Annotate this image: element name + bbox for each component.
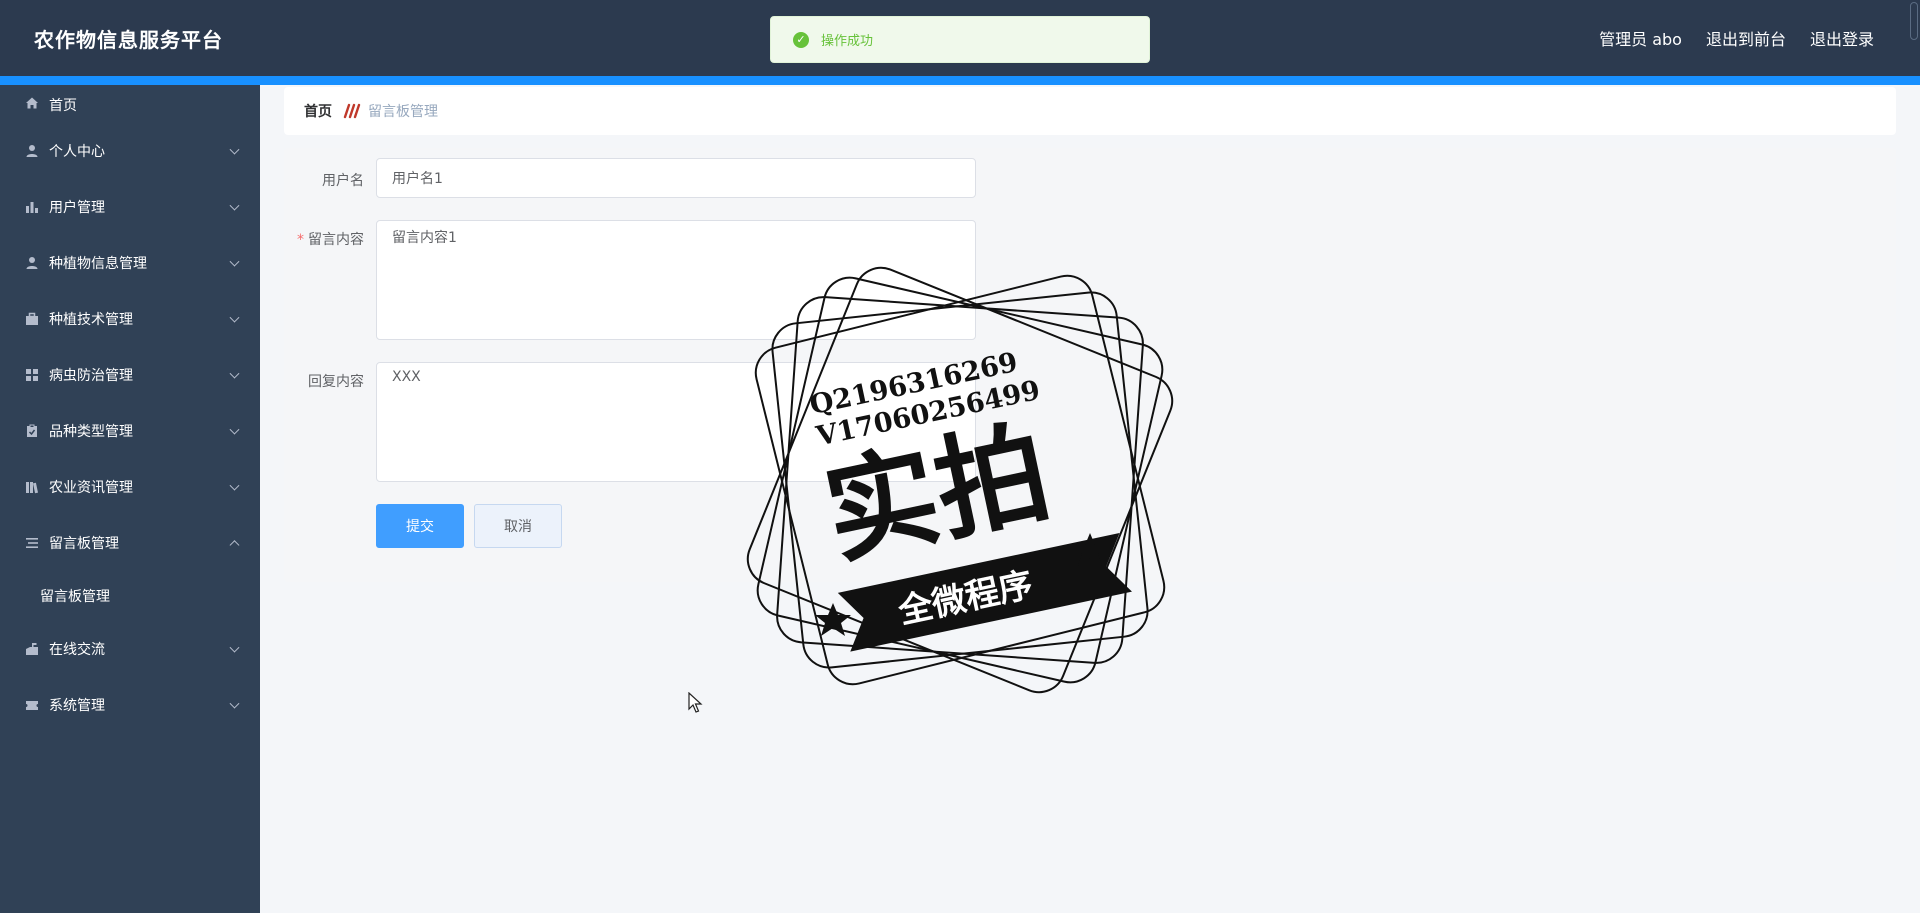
chevron-up-icon — [229, 540, 240, 551]
cancel-button[interactable]: 取消 — [474, 504, 562, 548]
sidebar-item-agri-news[interactable]: 农业资讯管理 — [0, 459, 260, 515]
required-asterisk: * — [297, 232, 304, 248]
sidebar-item-plant-info[interactable]: 种植物信息管理 — [0, 235, 260, 291]
ticket-icon — [24, 697, 40, 713]
toast-message: 操作成功 — [821, 34, 874, 49]
breadcrumb-home[interactable]: 首页 — [304, 101, 332, 121]
username-label: 用户名 — [322, 173, 364, 189]
content-label: * 留言内容 — [297, 229, 364, 249]
success-toast: ✓ 操作成功 — [770, 16, 1150, 63]
chevron-down-icon — [229, 144, 240, 155]
sidebar-item-label: 在线交流 — [49, 642, 105, 658]
sidebar-item-label: 用户管理 — [49, 200, 105, 216]
chevron-down-icon — [229, 200, 240, 211]
content-label-text: 留言内容 — [308, 232, 364, 248]
list-icon — [24, 535, 40, 551]
chevron-down-icon — [229, 424, 240, 435]
breadcrumb-current: 留言板管理 — [368, 104, 438, 120]
chevron-down-icon — [229, 698, 240, 709]
sidebar-item-label: 种植技术管理 — [49, 312, 133, 328]
sidebar-item-home[interactable]: 首页 — [0, 85, 260, 123]
star-icon — [815, 603, 851, 636]
clipboard-icon — [24, 423, 40, 439]
header-accent-bar — [0, 76, 1920, 85]
username-input[interactable] — [376, 158, 976, 198]
library-icon — [24, 479, 40, 495]
breadcrumb: 首页 留言板管理 — [284, 87, 1896, 135]
sidebar-item-label: 种植物信息管理 — [49, 256, 147, 272]
logout-link[interactable]: 退出登录 — [1810, 26, 1874, 50]
sidebar-item-variety-type[interactable]: 品种类型管理 — [0, 403, 260, 459]
bar-chart-icon — [24, 199, 40, 215]
chevron-down-icon — [229, 256, 240, 267]
sidebar-item-message-board[interactable]: 留言板管理 — [0, 515, 260, 571]
reply-label: 回复内容 — [308, 374, 364, 390]
mailbox-icon — [24, 641, 40, 657]
person-icon — [24, 143, 40, 159]
submit-button[interactable]: 提交 — [376, 504, 464, 548]
content-textarea[interactable]: 留言内容1 — [376, 220, 976, 340]
chevron-down-icon — [229, 368, 240, 379]
exit-to-front-link[interactable]: 退出到前台 — [1706, 26, 1786, 50]
sidebar-item-label: 品种类型管理 — [49, 424, 133, 440]
header-actions: 管理员 abo 退出到前台 退出登录 — [1599, 26, 1874, 50]
check-circle-icon: ✓ — [793, 31, 809, 48]
message-form: 用户名 *留言内容 留言内容1 回复内容 XXX 提交 取消 — [284, 148, 1896, 582]
person-icon — [24, 255, 40, 271]
sidebar-item-user-management[interactable]: 用户管理 — [0, 179, 260, 235]
sidebar-item-label: 留言板管理 — [49, 536, 119, 552]
chevron-down-icon — [229, 642, 240, 653]
sidebar-menu: 首页 个人中心 用户管理 种植物信息管理 种植技术管理 病虫防治管理 品种类型管… — [0, 85, 260, 913]
breadcrumb-separator-icon — [343, 103, 361, 119]
reply-textarea[interactable]: XXX — [376, 362, 976, 482]
mouse-cursor-icon — [688, 692, 703, 713]
sidebar-item-label: 农业资讯管理 — [49, 480, 133, 496]
sidebar-item-label: 系统管理 — [49, 698, 105, 714]
sidebar-item-label: 个人中心 — [49, 144, 105, 160]
chevron-down-icon — [229, 480, 240, 491]
sidebar-item-planting-tech[interactable]: 种植技术管理 — [0, 291, 260, 347]
sidebar-item-system-management[interactable]: 系统管理 — [0, 677, 260, 733]
sidebar-subitem-message-board[interactable]: 留言板管理 — [0, 571, 260, 621]
battery-indicator-icon — [1910, 2, 1918, 40]
sidebar-item-personal-center[interactable]: 个人中心 — [0, 123, 260, 179]
home-icon — [24, 95, 40, 111]
sidebar-item-pest-control[interactable]: 病虫防治管理 — [0, 347, 260, 403]
briefcase-icon — [24, 311, 40, 327]
admin-user-label: 管理员 abo — [1599, 30, 1682, 49]
sidebar-item-label: 病虫防治管理 — [49, 368, 133, 384]
sidebar-item-label: 首页 — [49, 98, 77, 114]
app-title: 农作物信息服务平台 — [34, 28, 223, 52]
chevron-down-icon — [229, 312, 240, 323]
grid-icon — [24, 367, 40, 383]
sidebar-item-online-chat[interactable]: 在线交流 — [0, 621, 260, 677]
